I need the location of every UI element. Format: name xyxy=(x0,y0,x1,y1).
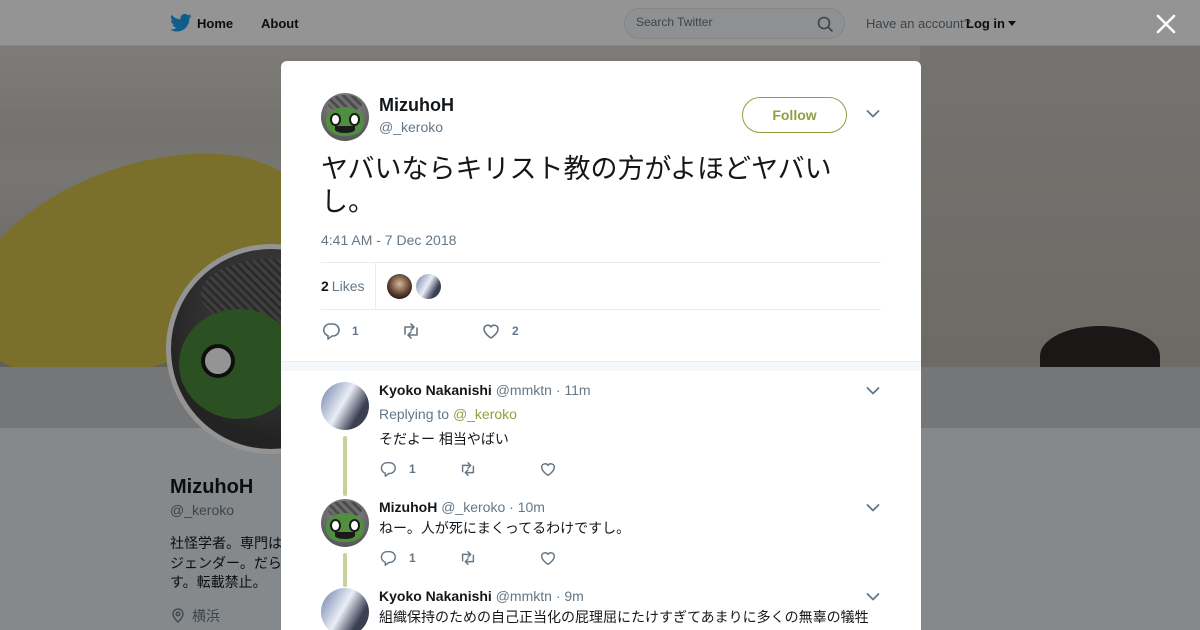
replying-to: Replying to @_keroko xyxy=(379,406,517,422)
avatar-eye-right xyxy=(348,113,360,127)
like-button[interactable] xyxy=(539,460,557,478)
tweet-stats: 2 Likes xyxy=(321,262,881,310)
avatar-frog-face xyxy=(325,107,365,137)
reply-author-handle[interactable]: @mmktn xyxy=(496,588,552,604)
reply-icon xyxy=(380,461,396,477)
avatar-eye-left xyxy=(330,113,342,127)
reply-icon xyxy=(380,550,396,566)
tweet-timestamp[interactable]: 4:41 AM - 7 Dec 2018 xyxy=(321,232,456,248)
heart-icon xyxy=(540,552,556,566)
reply-count: 1 xyxy=(352,324,359,338)
likes-count-label: Likes xyxy=(331,278,365,294)
reply-author-name[interactable]: Kyoko Nakanishi xyxy=(379,382,492,398)
like-count: 2 xyxy=(512,324,519,338)
chevron-down-icon[interactable] xyxy=(866,592,880,602)
reply-header: Kyoko Nakanishi @mmktn · 9m xyxy=(379,588,584,604)
retweet-button[interactable] xyxy=(459,549,477,567)
thread-line xyxy=(343,436,347,496)
reply-text: ねー。人が死にまくってるわけですし。 xyxy=(379,520,631,536)
liker-avatar[interactable] xyxy=(387,274,412,299)
reply-count: 1 xyxy=(409,551,416,565)
retweet-button[interactable] xyxy=(459,460,477,478)
reply-text: 組織保持のための自己正当化の屁理屈にたけすぎてあまりに多くの無辜の犠牲 xyxy=(379,609,869,625)
likes-count[interactable]: 2 Likes xyxy=(321,278,364,294)
likes-count-number: 2 xyxy=(321,278,329,294)
avatar-eye-right xyxy=(348,519,360,533)
stats-divider xyxy=(375,263,376,310)
retweet-icon xyxy=(461,461,475,477)
reply-author-handle[interactable]: @_keroko xyxy=(441,499,505,515)
reply-time[interactable]: · 10m xyxy=(509,499,545,515)
replying-to-prefix: Replying to xyxy=(379,406,450,422)
like-button[interactable]: 2 xyxy=(481,320,519,342)
liker-avatar[interactable] xyxy=(416,274,441,299)
reply-text: そだよー 相当やばい xyxy=(379,431,509,447)
reply-button[interactable]: 1 xyxy=(379,460,416,478)
tweet-author-name[interactable]: MizuhoH xyxy=(379,95,454,116)
reply-header: Kyoko Nakanishi @mmktn · 11m xyxy=(379,382,591,398)
retweet-button[interactable] xyxy=(401,320,432,342)
reply-avatar[interactable] xyxy=(321,499,369,547)
reply-tweet[interactable]: Kyoko Nakanishi @mmktn · 11m Replying to… xyxy=(321,382,881,496)
reply-author-handle[interactable]: @mmktn xyxy=(496,382,552,398)
replies-divider xyxy=(281,361,921,371)
retweet-icon xyxy=(404,323,418,339)
reply-icon xyxy=(322,323,340,340)
reply-button[interactable]: 1 xyxy=(321,320,359,342)
replying-to-mention[interactable]: @_keroko xyxy=(453,406,517,422)
reply-time[interactable]: · 11m xyxy=(556,382,591,398)
retweet-icon xyxy=(461,550,475,566)
tweet-author-handle[interactable]: @_keroko xyxy=(379,119,443,135)
tweet-text: ヤバいならキリスト教の方がよほどヤバいし。 xyxy=(321,154,832,218)
reply-tweet[interactable]: MizuhoH @_keroko · 10m ねー。人が死にまくってるわけですし… xyxy=(321,499,881,587)
avatar-frog-face xyxy=(325,513,365,543)
reply-actions: 1 xyxy=(379,460,679,480)
chevron-down-icon[interactable] xyxy=(866,109,880,119)
reply-avatar[interactable] xyxy=(321,382,369,430)
tweet-actions: 1 2 xyxy=(321,320,881,344)
follow-button[interactable]: Follow xyxy=(742,97,847,133)
avatar-eye-left xyxy=(330,519,342,533)
chevron-down-icon[interactable] xyxy=(866,503,880,513)
close-icon[interactable] xyxy=(1152,10,1180,38)
tweet-author-avatar[interactable] xyxy=(321,93,369,141)
reply-actions: 1 xyxy=(379,549,679,569)
reply-header: MizuhoH @_keroko · 10m xyxy=(379,499,545,515)
thread-line xyxy=(343,553,347,587)
heart-icon xyxy=(540,463,556,477)
reply-button[interactable]: 1 xyxy=(379,549,416,567)
avatar-mouth xyxy=(335,125,355,133)
chevron-down-icon[interactable] xyxy=(866,386,880,396)
reply-author-name[interactable]: Kyoko Nakanishi xyxy=(379,588,492,604)
like-button[interactable] xyxy=(539,549,557,567)
reply-count: 1 xyxy=(409,462,416,476)
reply-avatar[interactable] xyxy=(321,588,369,630)
reply-author-name[interactable]: MizuhoH xyxy=(379,499,437,515)
heart-icon xyxy=(483,324,499,339)
tweet-modal: MizuhoH @_keroko Follow ヤバいならキリスト教の方がよほど… xyxy=(281,61,921,630)
avatar-mouth xyxy=(335,531,355,539)
reply-time[interactable]: · 9m xyxy=(556,588,584,604)
reply-tweet[interactable]: Kyoko Nakanishi @mmktn · 9m 組織保持のための自己正当… xyxy=(321,588,881,630)
